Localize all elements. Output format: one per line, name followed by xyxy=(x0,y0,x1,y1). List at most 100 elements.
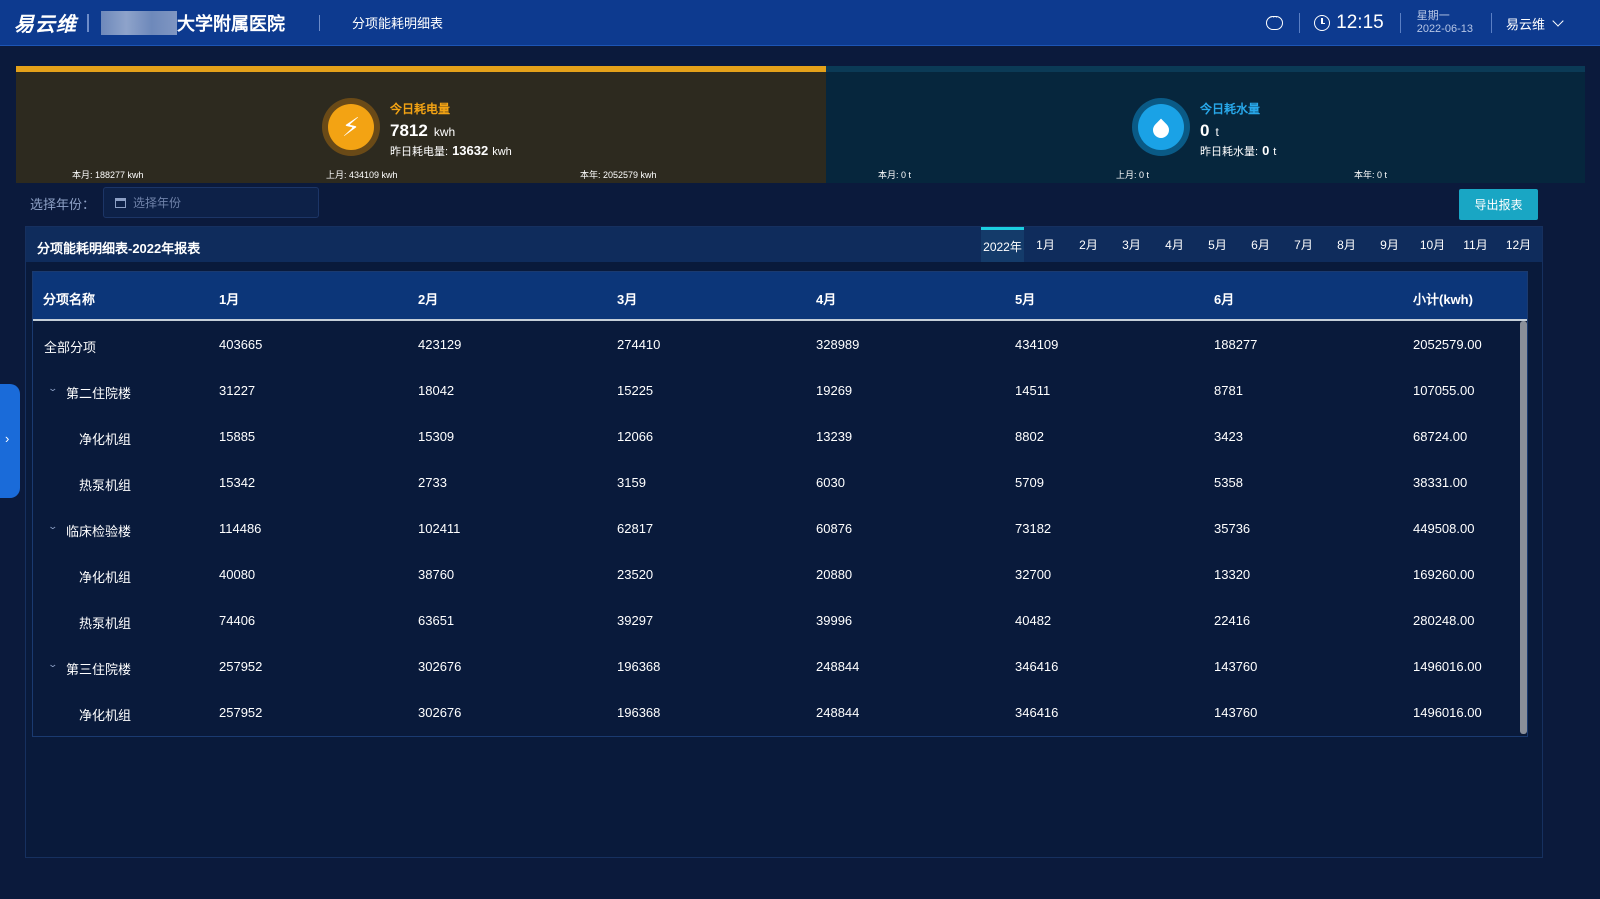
period-tabs: 2022年 1月 2月 3月 4月 5月 6月 7月 8月 9月 10月 11月 12月 xyxy=(981,227,1540,262)
header-divider xyxy=(1399,13,1401,33)
table-cell: 2733 xyxy=(418,475,447,490)
column-header: 分项名称 xyxy=(43,292,96,307)
tab-year[interactable]: 2022年 xyxy=(981,227,1024,262)
weekday: 星期一 xyxy=(1416,10,1450,22)
tab-month-7[interactable]: 7月 xyxy=(1282,227,1325,262)
tab-month-6[interactable]: 6月 xyxy=(1239,227,1282,262)
table-cell: 114486 xyxy=(219,521,262,536)
clock-icon xyxy=(1314,15,1331,31)
table-cell: 248844 xyxy=(816,705,860,720)
table-cell: 63651 xyxy=(418,613,455,628)
table-cell: 74406 xyxy=(219,613,256,628)
table-row[interactable]: 净化机组 40080 38760 23520 20880 32700 13320 169260… xyxy=(33,551,1527,597)
table-cell: 73182 xyxy=(1015,521,1052,536)
calendar-icon xyxy=(115,197,126,208)
table-cell: 39996 xyxy=(816,613,853,628)
water-panel: 今日耗水量 0t 昨日耗水量: 0 t 本月: 0 t 上月: 0 t 本年: 0 … xyxy=(826,66,1585,183)
expand-caret-icon[interactable]: ⌄ xyxy=(47,383,58,394)
tab-month-9[interactable]: 9月 xyxy=(1368,227,1411,262)
table-row[interactable]: 净化机组 257952 302676 196368 248844 346416 143760… xyxy=(33,689,1527,735)
year-picker-placeholder: 选择年份 xyxy=(133,196,182,210)
table-cell: 346416 xyxy=(1015,705,1059,720)
tab-month-5[interactable]: 5月 xyxy=(1196,227,1239,262)
table-cell: 8802 xyxy=(1015,429,1044,444)
table-cell: 20880 xyxy=(816,567,853,582)
top-bar: 易云维 大学附属医院 分项能耗明细表 12:15 星期一 2022-06-13 … xyxy=(0,0,1600,46)
row-name: 净化机组 xyxy=(79,432,132,447)
tab-month-1[interactable]: 1月 xyxy=(1024,227,1067,262)
table-cell: 22416 xyxy=(1214,613,1251,628)
table-cell: 32700 xyxy=(1015,567,1052,582)
tab-month-10[interactable]: 10月 xyxy=(1411,227,1454,262)
table-cell: 18042 xyxy=(418,383,455,398)
table-cell: 68724.00 xyxy=(1413,429,1468,444)
table-cell: 102411 xyxy=(418,521,461,536)
table-cell: 107055.00 xyxy=(1413,383,1475,398)
tab-month-8[interactable]: 8月 xyxy=(1325,227,1368,262)
water-drop-icon xyxy=(1132,98,1190,156)
table-cell: 188277 xyxy=(1214,337,1258,352)
redacted-hospital-prefix xyxy=(101,10,177,35)
electric-last-month: 上月: 434109 kwh xyxy=(326,170,398,180)
electric-yesterday-label: 昨日耗电量: xyxy=(390,146,449,158)
year-picker-input[interactable]: 选择年份 xyxy=(103,187,319,218)
table-cell: 302676 xyxy=(418,659,462,674)
water-year: 本年: 0 t xyxy=(1354,170,1388,180)
table-row[interactable]: 热泵机组 74406 63651 39297 39996 40482 22416 280248… xyxy=(33,597,1527,643)
table-cell: 196368 xyxy=(617,705,661,720)
electric-yesterday-unit: kwh xyxy=(492,146,512,158)
table-row[interactable]: ⌄ 临床检验楼 114486 102411 62817 60876 73182 35736 44… xyxy=(33,505,1527,551)
summary-panels: ⚡ 今日耗电量 7812 kwh 昨日耗电量: 13632 kwh 本月: 18827… xyxy=(16,66,1585,183)
table-cell: 40482 xyxy=(1015,613,1052,628)
electric-value: 7812 kwh xyxy=(390,121,512,141)
table-cell: 346416 xyxy=(1015,659,1059,674)
table-cell: 15225 xyxy=(617,383,654,398)
table-cell: 274410 xyxy=(617,337,661,352)
table-cell: 12066 xyxy=(617,429,654,444)
chat-icon[interactable] xyxy=(1266,11,1284,30)
table-cell: 403665 xyxy=(219,337,263,352)
water-yesterday-unit: t xyxy=(1273,146,1277,158)
table-cell: 1496016.00 xyxy=(1413,659,1482,674)
row-name: 第三住院楼 xyxy=(66,662,132,677)
sidebar-toggle[interactable]: › xyxy=(0,384,20,498)
row-name: 净化机组 xyxy=(79,570,132,585)
water-yesterday-label: 昨日耗水量: xyxy=(1200,146,1259,158)
water-yesterday-value: 0 xyxy=(1262,143,1270,158)
expand-caret-icon[interactable]: ⌄ xyxy=(47,521,58,532)
table-cell: 5709 xyxy=(1015,475,1044,490)
row-name: 第二住院楼 xyxy=(66,386,132,401)
column-header: 1月 xyxy=(219,292,240,307)
tab-month-4[interactable]: 4月 xyxy=(1153,227,1196,262)
expand-caret-icon[interactable]: ⌄ xyxy=(47,659,58,670)
table-cell: 248844 xyxy=(816,659,860,674)
table-cell: 31227 xyxy=(219,383,256,398)
table-row[interactable]: 热泵机组 15342 2733 3159 6030 5709 5358 38331.00 xyxy=(33,459,1527,505)
tab-month-3[interactable]: 3月 xyxy=(1110,227,1153,262)
table-cell: 15309 xyxy=(418,429,455,444)
export-report-button[interactable]: 导出报表 xyxy=(1459,189,1538,220)
user-menu[interactable]: 易云维 xyxy=(1506,14,1545,33)
tab-month-11[interactable]: 11月 xyxy=(1454,227,1497,262)
table-row[interactable]: 净化机组 15885 15309 12066 13239 8802 3423 68724.00 xyxy=(33,413,1527,459)
table-row[interactable]: ⌄ 第三住院楼 257952 302676 196368 248844 346416 1437… xyxy=(33,643,1527,689)
tab-month-12[interactable]: 12月 xyxy=(1497,227,1540,262)
date: 2022-06-13 xyxy=(1416,23,1473,35)
scrollbar-thumb[interactable] xyxy=(1520,321,1527,734)
tab-month-2[interactable]: 2月 xyxy=(1067,227,1110,262)
year-filter-label: 选择年份： xyxy=(30,197,96,212)
lightning-icon: ⚡ xyxy=(322,98,380,156)
table-row[interactable]: 全部分项 403665 423129 274410 328989 434109 188277… xyxy=(33,321,1527,367)
electric-month: 本月: 188277 kwh xyxy=(72,170,144,180)
chevron-down-icon[interactable] xyxy=(1552,15,1564,27)
table-cell: 15342 xyxy=(219,475,256,490)
table-cell: 38331.00 xyxy=(1413,475,1468,490)
energy-table: 分项名称 1月 2月 3月 4月 5月 6月 小计(kwh) 全部分项 403665 423129… xyxy=(32,271,1528,737)
table-cell: 449508.00 xyxy=(1413,521,1475,536)
table-cell: 39297 xyxy=(617,613,654,628)
logo: 易云维 xyxy=(14,14,77,36)
table-row[interactable]: ⌄ 第二住院楼 31227 18042 15225 19269 14511 8781 10705… xyxy=(33,367,1527,413)
electric-today-value: 7812 xyxy=(390,121,428,140)
table-cell: 23520 xyxy=(617,567,654,582)
report-panel: 分项能耗明细表-2022年报表 2022年 1月 2月 3月 4月 5月 6月 7月 8月 9月 1… xyxy=(25,226,1543,858)
